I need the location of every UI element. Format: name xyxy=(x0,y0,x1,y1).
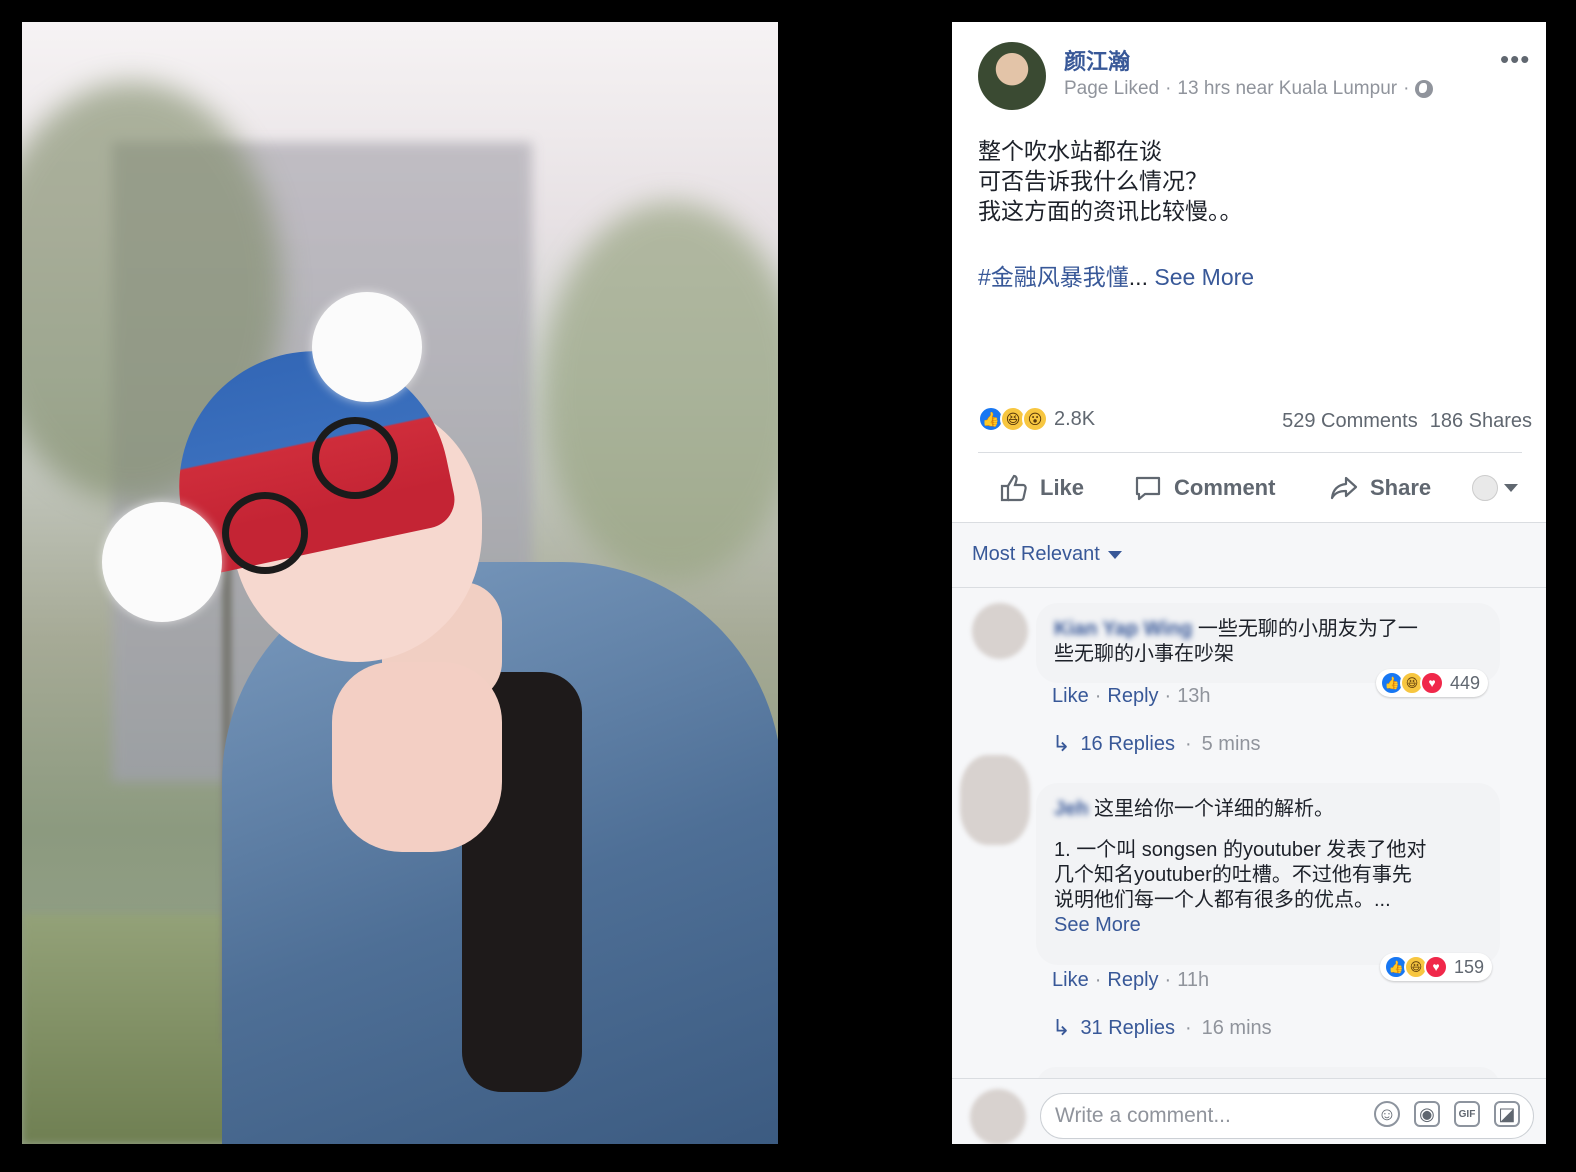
globe-icon xyxy=(1415,80,1434,98)
post-hashtag-line: #金融风暴我懂... See More xyxy=(978,258,1254,292)
like-label: Like xyxy=(1040,475,1085,500)
share-label: Share xyxy=(1370,475,1432,500)
comment-composer: Write a comment... ☺ ◉ GIF ◪ xyxy=(952,1078,1546,1144)
ellipsis: ... xyxy=(1128,264,1148,290)
reply-arrow-icon: ↳ xyxy=(1052,731,1071,756)
share-button[interactable]: Share xyxy=(1328,472,1431,504)
comments-count-link[interactable]: 529 Comments xyxy=(1282,410,1418,433)
post-line: 可否告诉我什么情况？ xyxy=(978,168,1208,194)
cap-wing-right xyxy=(312,292,422,402)
page-liked-label: Page Liked xyxy=(1064,78,1160,99)
post-card: 颜江瀚 Page Liked · 13 hrs near Kuala Lumpu… xyxy=(952,22,1546,1144)
comment-placeholder: Write a comment... xyxy=(1055,1104,1231,1127)
meta-separator: · xyxy=(1165,78,1172,99)
emoji-icon[interactable]: ☺ xyxy=(1374,1101,1400,1127)
sort-label: Most Relevant xyxy=(972,543,1100,565)
sticker-icon[interactable]: ◪ xyxy=(1494,1101,1520,1127)
comment-time[interactable]: 13h xyxy=(1177,685,1210,708)
meta-separator: · xyxy=(1403,78,1410,99)
more-options-icon[interactable]: ••• xyxy=(1500,44,1530,75)
reaction-count: 2.8K xyxy=(1054,407,1096,430)
user-avatar-small xyxy=(1472,475,1498,501)
post-body: 整个吹水站都在谈 可否告诉我什么情况？ 我这方面的资讯比较慢。。 xyxy=(978,136,1243,226)
share-arrow-icon xyxy=(1330,476,1358,500)
glasses-left-lens xyxy=(222,492,308,574)
love-reaction-icon: ♥ xyxy=(1424,955,1448,979)
commenter-avatar[interactable] xyxy=(972,603,1028,659)
post-stats: 529 Comments 186 Shares xyxy=(1282,410,1532,433)
reply-arrow-icon: ↳ xyxy=(1052,1015,1071,1040)
replies-time: 16 mins xyxy=(1201,1016,1272,1039)
like-button[interactable]: Like xyxy=(998,472,1084,504)
comment-button[interactable]: Comment xyxy=(1132,472,1275,504)
glasses-right-lens xyxy=(312,417,398,499)
post-meta: Page Liked · 13 hrs near Kuala Lumpur · xyxy=(1064,78,1434,100)
comment-text: 说明他们每一个人都有很多的优点。... xyxy=(1054,889,1391,911)
comment-text: 1. 一个叫 songsen 的youtuber 发表了他对 xyxy=(1054,839,1427,861)
separator: · xyxy=(1164,685,1172,707)
chevron-down-icon xyxy=(1504,484,1518,492)
replies-count-link[interactable]: 16 Replies xyxy=(1080,733,1175,756)
wow-reaction-icon: 😮 xyxy=(1022,406,1048,432)
comment-like-link[interactable]: Like xyxy=(1052,685,1089,708)
finger-heart-hand xyxy=(332,662,502,852)
comment-text: 几个知名youtuber的吐槽。不过他有事先 xyxy=(1054,864,1412,886)
camera-icon[interactable]: ◉ xyxy=(1414,1101,1440,1127)
composer-tools: ☺ ◉ GIF ◪ xyxy=(1374,1101,1520,1127)
view-replies[interactable]: ↳ 31 Replies · 16 mins xyxy=(1052,1015,1272,1041)
post-timestamp[interactable]: 13 hrs near Kuala Lumpur xyxy=(1177,78,1397,100)
separator: · xyxy=(1094,969,1102,991)
hashtag-link[interactable]: #金融风暴我懂 xyxy=(978,264,1129,290)
gif-icon[interactable]: GIF xyxy=(1454,1101,1480,1127)
comment-label: Comment xyxy=(1174,475,1276,500)
divider xyxy=(978,452,1522,453)
divider xyxy=(952,587,1546,588)
comment-see-more-link[interactable]: See More xyxy=(1054,914,1141,936)
comment-reactions[interactable]: 👍 😆 ♥ 449 xyxy=(1376,669,1489,697)
separator: · xyxy=(1094,685,1102,707)
screenshot-stage: 颜江瀚 Page Liked · 13 hrs near Kuala Lumpu… xyxy=(0,0,1576,1172)
post-photo[interactable] xyxy=(22,22,778,1144)
post-line: 我这方面的资讯比较慢。。 xyxy=(978,198,1243,224)
love-reaction-icon: ♥ xyxy=(1420,671,1444,695)
cap-wing-left xyxy=(102,502,222,622)
chevron-down-icon xyxy=(1107,550,1122,559)
comment-time[interactable]: 11h xyxy=(1177,969,1209,992)
comment-actions: Like · Reply · 11h xyxy=(1052,969,1209,992)
commenter-name[interactable]: Jeh xyxy=(1054,798,1088,820)
separator: · xyxy=(1184,1016,1192,1039)
comment-text: 些无聊的小事在吵架 xyxy=(1054,643,1234,665)
author-name[interactable]: 颜江瀚 xyxy=(1064,44,1130,76)
post-as-selector[interactable] xyxy=(1472,475,1518,501)
comment-sort-dropdown[interactable]: Most Relevant xyxy=(972,543,1122,566)
replies-count-link[interactable]: 31 Replies xyxy=(1080,1017,1175,1040)
comments-section: Most Relevant Kian Yap Wing 一些无聊的小朋友为了一 … xyxy=(952,522,1546,1144)
comment-reply-link[interactable]: Reply xyxy=(1107,685,1158,708)
background-tree xyxy=(542,202,778,582)
comment-text: 一些无聊的小朋友为了一 xyxy=(1197,618,1418,640)
separator: · xyxy=(1164,969,1172,991)
comment-reaction-count: 449 xyxy=(1450,672,1481,693)
comment-reaction-count: 159 xyxy=(1454,956,1485,977)
thumbs-up-icon xyxy=(1000,474,1027,502)
comment-reactions[interactable]: 👍 😆 ♥ 159 xyxy=(1380,953,1493,981)
comment-text: 这里给你一个详细的解析。 xyxy=(1094,798,1335,820)
replies-time: 5 mins xyxy=(1201,732,1261,755)
commenter-avatar[interactable] xyxy=(960,755,1030,845)
comment-bubble-icon xyxy=(1135,476,1161,501)
current-user-avatar xyxy=(970,1089,1026,1144)
separator: · xyxy=(1184,732,1192,755)
post-line: 整个吹水站都在谈 xyxy=(978,138,1162,164)
shares-count-link[interactable]: 186 Shares xyxy=(1430,410,1532,433)
commenter-name[interactable]: Kian Yap Wing xyxy=(1054,618,1192,640)
reaction-summary[interactable]: 👍 😆 😮 2.8K xyxy=(978,406,1095,432)
comment-like-link[interactable]: Like xyxy=(1052,969,1089,992)
see-more-link[interactable]: See More xyxy=(1154,264,1254,290)
comment-actions: Like · Reply · 13h xyxy=(1052,685,1211,708)
view-replies[interactable]: ↳ 16 Replies · 5 mins xyxy=(1052,731,1261,757)
comment-reply-link[interactable]: Reply xyxy=(1107,969,1158,992)
action-bar: Like Comment Share xyxy=(978,466,1532,510)
comment-bubble: Jeh 这里给你一个详细的解析。 1. 一个叫 songsen 的youtube… xyxy=(1036,783,1500,965)
author-avatar[interactable] xyxy=(978,42,1046,110)
